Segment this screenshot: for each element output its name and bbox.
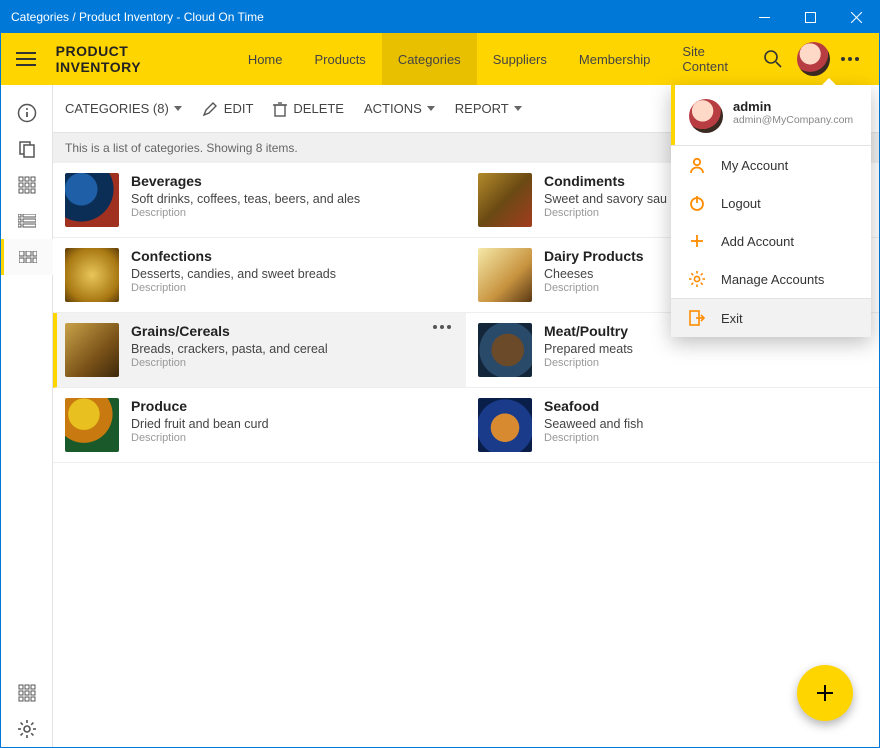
- window-close[interactable]: [833, 1, 879, 33]
- exit-icon: [685, 309, 709, 327]
- category-subtitle: Prepared meats: [544, 342, 867, 356]
- category-thumb: [478, 323, 532, 377]
- search-icon: [764, 50, 782, 68]
- chevron-down-icon: [174, 106, 182, 111]
- category-desc-label: Description: [544, 432, 867, 444]
- category-thumb: [65, 323, 119, 377]
- category-thumb: [478, 398, 532, 452]
- chevron-down-icon: [514, 106, 522, 111]
- user-menu-manage-accounts[interactable]: Manage Accounts: [671, 260, 871, 298]
- user-menu-avatar: [689, 99, 723, 133]
- window-title: Categories / Product Inventory - Cloud O…: [11, 10, 264, 24]
- category-card[interactable]: Grains/Cereals Breads, crackers, pasta, a…: [53, 313, 466, 388]
- category-thumb: [478, 173, 532, 227]
- plus-icon: [814, 682, 836, 704]
- category-thumb: [65, 248, 119, 302]
- category-title: Confections: [131, 248, 454, 264]
- nav-site-content[interactable]: Site Content: [666, 33, 755, 85]
- card-more-button[interactable]: [431, 325, 452, 329]
- user-menu-label: My Account: [721, 158, 788, 173]
- categories-dropdown[interactable]: CATEGORIES (8): [65, 101, 182, 116]
- top-nav: HomeProductsCategoriesSuppliersMembershi…: [232, 33, 756, 85]
- person-icon: [685, 156, 709, 174]
- trash-icon: [273, 101, 287, 117]
- category-card[interactable]: Seafood Seaweed and fishDescription: [466, 388, 879, 463]
- category-thumb: [478, 248, 532, 302]
- category-desc-label: Description: [131, 282, 454, 294]
- user-menu-label: Logout: [721, 196, 761, 211]
- dots-icon: [841, 57, 845, 61]
- category-thumb: [65, 398, 119, 452]
- power-icon: [685, 194, 709, 212]
- sidebar-info-icon[interactable]: [1, 95, 53, 131]
- fab-add[interactable]: [797, 665, 853, 721]
- gear-icon: [17, 719, 37, 739]
- category-desc-label: Description: [131, 432, 454, 444]
- window-maximize[interactable]: [787, 1, 833, 33]
- category-desc-label: Description: [544, 357, 867, 369]
- category-card[interactable]: Confections Desserts, candies, and sweet …: [53, 238, 466, 313]
- nav-products[interactable]: Products: [299, 33, 382, 85]
- delete-button[interactable]: DELETE: [273, 101, 344, 117]
- user-menu-email: admin@MyCompany.com: [733, 114, 853, 126]
- category-desc-label: Description: [131, 357, 454, 369]
- app-header: PRODUCT INVENTORY HomeProductsCategories…: [1, 33, 879, 85]
- nav-home[interactable]: Home: [232, 33, 299, 85]
- category-card[interactable]: Produce Dried fruit and bean curdDescript…: [53, 388, 466, 463]
- user-menu-add-account[interactable]: Add Account: [671, 222, 871, 260]
- category-title: Grains/Cereals: [131, 323, 454, 339]
- gear-icon: [685, 270, 709, 288]
- categories-label: CATEGORIES (8): [65, 101, 169, 116]
- category-title: Beverages: [131, 173, 454, 189]
- category-subtitle: Desserts, candies, and sweet breads: [131, 267, 454, 281]
- user-menu-header[interactable]: admin admin@MyCompany.com: [671, 85, 871, 145]
- user-menu-my-account[interactable]: My Account: [671, 146, 871, 184]
- report-dropdown[interactable]: REPORT: [455, 101, 522, 116]
- brand-title: PRODUCT INVENTORY: [56, 43, 214, 75]
- sidebar-grid-small-icon[interactable]: [1, 167, 53, 203]
- user-menu-exit[interactable]: Exit: [671, 299, 871, 337]
- category-subtitle: Seaweed and fish: [544, 417, 867, 431]
- actions-dropdown[interactable]: ACTIONS: [364, 101, 435, 116]
- category-desc-label: Description: [131, 207, 454, 219]
- category-title: Produce: [131, 398, 454, 414]
- nav-suppliers[interactable]: Suppliers: [477, 33, 563, 85]
- category-subtitle: Dried fruit and bean curd: [131, 417, 454, 431]
- window-minimize[interactable]: [741, 1, 787, 33]
- user-menu-label: Add Account: [721, 234, 794, 249]
- nav-membership[interactable]: Membership: [563, 33, 667, 85]
- category-thumb: [65, 173, 119, 227]
- more-button[interactable]: [836, 57, 865, 61]
- sidebar-copy-icon[interactable]: [1, 131, 53, 167]
- sidebar-settings-icon[interactable]: [1, 711, 53, 747]
- category-subtitle: Breads, crackers, pasta, and cereal: [131, 342, 454, 356]
- user-menu-name: admin: [733, 99, 853, 114]
- sidebar-cards-icon[interactable]: [1, 239, 53, 275]
- search-button[interactable]: [756, 41, 791, 77]
- user-menu-label: Manage Accounts: [721, 272, 824, 287]
- sidebar: [1, 85, 53, 747]
- category-title: Seafood: [544, 398, 867, 414]
- user-avatar[interactable]: [797, 42, 830, 76]
- user-menu-label: Exit: [721, 311, 743, 326]
- user-menu-logout[interactable]: Logout: [671, 184, 871, 222]
- edit-button[interactable]: EDIT: [202, 101, 254, 117]
- category-subtitle: Soft drinks, coffees, teas, beers, and a…: [131, 192, 454, 206]
- user-menu: admin admin@MyCompany.com My Account Logo…: [671, 85, 871, 337]
- plus-icon: [685, 232, 709, 250]
- sidebar-apps-icon[interactable]: [1, 675, 53, 711]
- hamburger-button[interactable]: [1, 52, 52, 66]
- nav-categories[interactable]: Categories: [382, 33, 477, 85]
- pencil-icon: [202, 101, 218, 117]
- chevron-down-icon: [427, 106, 435, 111]
- titlebar: Categories / Product Inventory - Cloud O…: [1, 1, 879, 33]
- category-card[interactable]: Beverages Soft drinks, coffees, teas, bee…: [53, 163, 466, 238]
- sidebar-list-icon[interactable]: [1, 203, 53, 239]
